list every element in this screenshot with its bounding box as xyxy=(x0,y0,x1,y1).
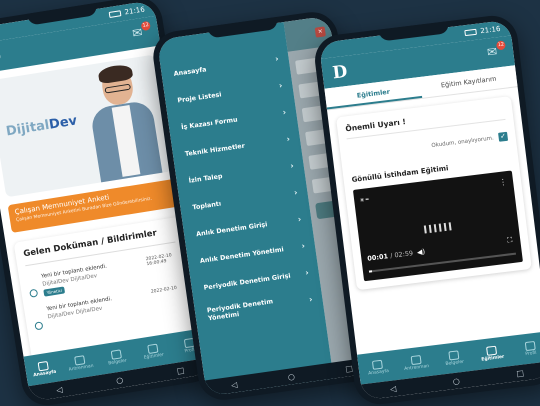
timeline-dot-icon xyxy=(29,288,39,298)
app-logo[interactable]: D xyxy=(0,46,7,69)
nav-profile[interactable]: Profil xyxy=(514,339,540,358)
home-circle-icon[interactable]: ○ xyxy=(452,376,460,386)
notice-date: 2022-02-10 16:00:49 xyxy=(145,253,173,268)
chevron-right-icon: › xyxy=(304,268,310,278)
battery-icon xyxy=(464,28,477,37)
nav-documents[interactable]: Belgeler xyxy=(437,348,471,367)
profile-icon xyxy=(524,340,536,351)
courses-icon xyxy=(486,345,498,356)
hero-banner-image: DijitalDev xyxy=(0,54,173,198)
chevron-right-icon: › xyxy=(301,241,306,251)
back-icon[interactable]: ◁ xyxy=(56,385,63,395)
trainings-screen: 21:16 D ✉ 12 Eğitimler Eğitim Kayıtlarım… xyxy=(318,19,540,401)
chevron-right-icon: › xyxy=(308,294,314,305)
chevron-right-icon: › xyxy=(282,107,287,117)
nav-courses[interactable]: Eğitimler xyxy=(475,344,509,363)
acknowledge-checkbox[interactable]: ✓ xyxy=(498,131,509,142)
role-badge: Yönetici xyxy=(43,286,66,297)
back-icon[interactable]: ◁ xyxy=(389,384,396,394)
nav-documents[interactable]: Belgeler xyxy=(100,347,134,367)
app-logo[interactable]: D xyxy=(331,61,353,84)
nav-home[interactable]: Anasayfa xyxy=(27,359,61,379)
training-card: Önemli Uyarı ! Okudum, onaylıyorum. ✓ Gö… xyxy=(335,96,532,291)
chevron-right-icon: › xyxy=(285,134,291,144)
training-icon xyxy=(410,354,422,365)
status-time: 21:16 xyxy=(124,5,146,17)
chevron-right-icon: › xyxy=(297,214,302,224)
home-circle-icon[interactable]: ○ xyxy=(115,375,123,385)
status-time: 21:16 xyxy=(479,24,501,36)
more-options-icon[interactable]: ⋮ xyxy=(499,177,508,187)
battery-icon xyxy=(108,10,122,19)
nav-home[interactable]: Anasayfa xyxy=(361,358,395,377)
hero-brand-logo: DijitalDev xyxy=(4,113,79,140)
notifications-bell-icon[interactable]: ✉ 12 xyxy=(486,40,506,62)
nav-courses[interactable]: Eğitimler xyxy=(136,341,170,361)
video-thumbnail-logo: ▣ ▬ xyxy=(359,196,370,203)
courses-icon xyxy=(146,343,159,354)
pause-icon[interactable] xyxy=(423,222,453,234)
timeline-dot-icon xyxy=(34,321,44,331)
documents-icon xyxy=(110,348,122,360)
chevron-right-icon: › xyxy=(278,80,283,91)
acknowledge-label: Okudum, onaylıyorum. xyxy=(431,134,495,149)
volume-icon[interactable]: ◀) xyxy=(417,248,426,257)
fullscreen-icon[interactable]: ⛶ xyxy=(507,236,513,246)
smiling-man-illustration xyxy=(84,63,164,189)
notification-count-badge: 12 xyxy=(140,20,151,32)
screenshot-scene: 21:16 D ✉ 12 DijitalDev Çalışan Memnuniy… xyxy=(0,0,540,406)
nav-training[interactable]: Antrenman xyxy=(399,353,433,372)
close-icon[interactable]: × xyxy=(314,26,326,38)
chevron-right-icon: › xyxy=(289,161,295,171)
chevron-right-icon: › xyxy=(274,54,280,64)
nav-training[interactable]: Antrenman xyxy=(63,353,97,373)
recents-icon[interactable]: □ xyxy=(176,365,185,375)
notice-date: 2022-02-10 xyxy=(150,285,178,295)
notification-count-badge: 12 xyxy=(495,40,506,51)
home-icon xyxy=(372,359,384,370)
training-icon xyxy=(74,354,86,366)
home-icon xyxy=(37,360,50,371)
recents-icon[interactable]: □ xyxy=(516,368,525,378)
video-player[interactable]: ▣ ▬ ⋮ 00:01 / 02:59 ◀) ⛶ xyxy=(352,170,523,282)
back-icon[interactable]: ◁ xyxy=(230,380,237,390)
video-time: 00:01 / 02:59 xyxy=(366,249,414,263)
home-circle-icon[interactable]: ○ xyxy=(287,371,295,381)
chevron-right-icon: › xyxy=(293,187,299,198)
notifications-bell-icon[interactable]: ✉ 12 xyxy=(131,20,151,42)
documents-icon xyxy=(448,349,460,360)
